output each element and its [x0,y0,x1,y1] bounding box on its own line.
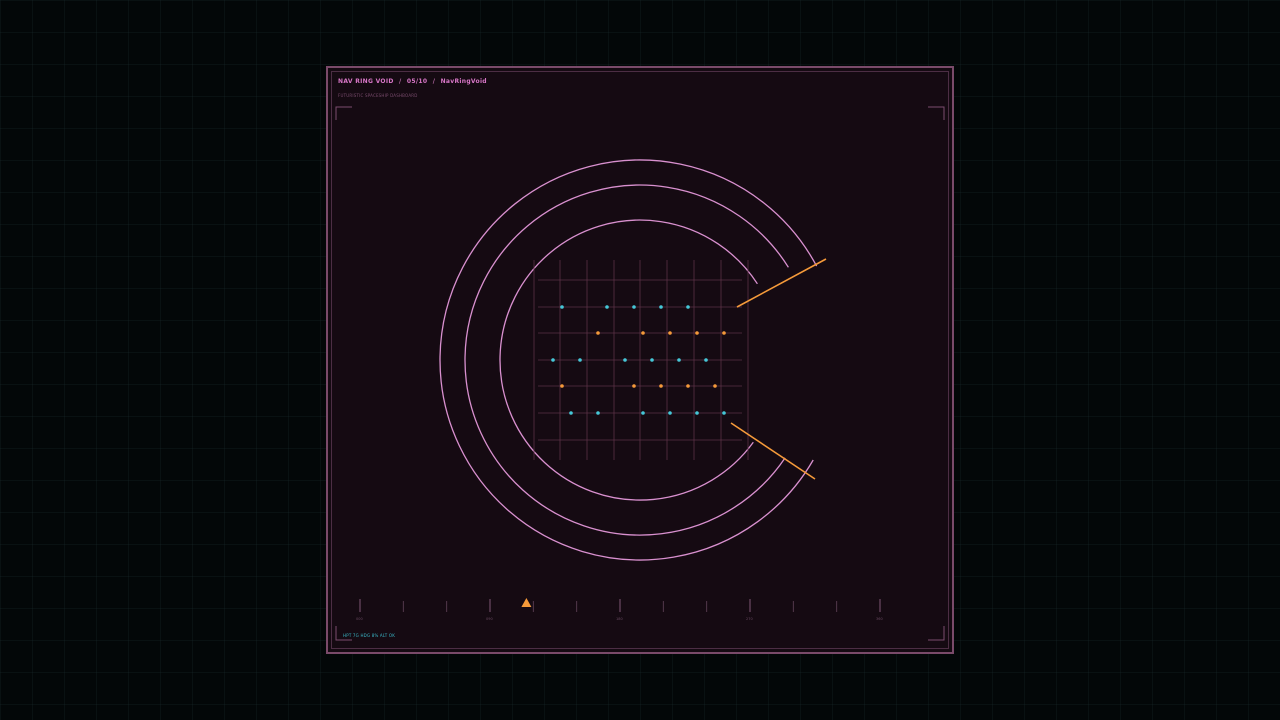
cyan-sensor-dot [605,305,609,309]
cyan-sensor-dot [677,358,681,362]
cyan-sensor-dot [641,411,645,415]
void-gap-markers [730,258,827,480]
scale-label: 360 [876,617,883,621]
cyan-sensor-dot [632,305,636,309]
cyan-sensor-dot [686,305,690,309]
orange-sensor-dot [641,331,645,335]
cyan-sensor-dot [551,358,555,362]
orange-sensor-dot [668,331,672,335]
cyan-sensor-dot [695,411,699,415]
cyan-sensor-dot [623,358,627,362]
cyan-sensor-dot [650,358,654,362]
corner-bracket-top-left [335,106,352,120]
cyan-sensor-dot [722,411,726,415]
cyan-sensor-dot [704,358,708,362]
orange-sensor-dot [713,384,717,388]
orange-sensor-dot [632,384,636,388]
cyan-sensor-dot [668,411,672,415]
corner-bracket-bottom-right [928,626,945,641]
cyan-sensor-dot [569,411,573,415]
cyan-sensor-dot [560,305,564,309]
orange-sensor-dot [560,384,564,388]
orange-sensor-dot [686,384,690,388]
orange-sensor-dot [722,331,726,335]
sensor-grid [533,260,749,460]
scale-label: 090 [486,617,493,621]
cyan-sensor-dot [659,305,663,309]
scale-label: 180 [616,617,623,621]
heading-scale: 000 090 180 270 360 [356,599,883,621]
nav-ring-graphic: 000 090 180 270 360 [335,106,945,641]
corner-bracket-top-right [928,106,945,120]
orange-sensor-dot [695,331,699,335]
heading-marker-icon [521,598,532,607]
gap-marker-lower [730,422,816,480]
cyan-sensor-dot [596,411,600,415]
scale-label: 000 [356,617,363,621]
corner-bracket-bottom-left [335,626,352,641]
orange-sensor-dot [659,384,663,388]
gap-marker-upper [736,258,827,308]
scale-label: 270 [746,617,753,621]
cyan-sensor-dot [578,358,582,362]
orange-sensor-dot [596,331,600,335]
